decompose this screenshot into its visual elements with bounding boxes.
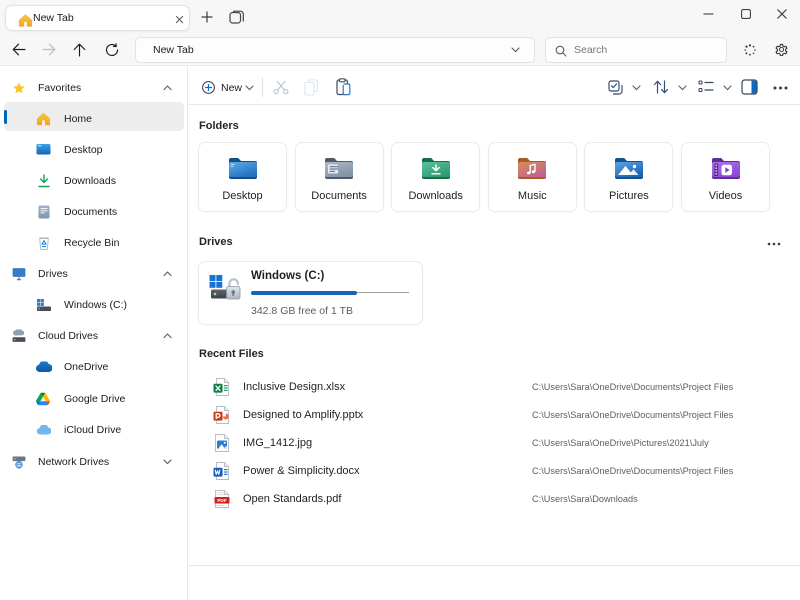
svg-text:PDF: PDF xyxy=(217,498,227,504)
